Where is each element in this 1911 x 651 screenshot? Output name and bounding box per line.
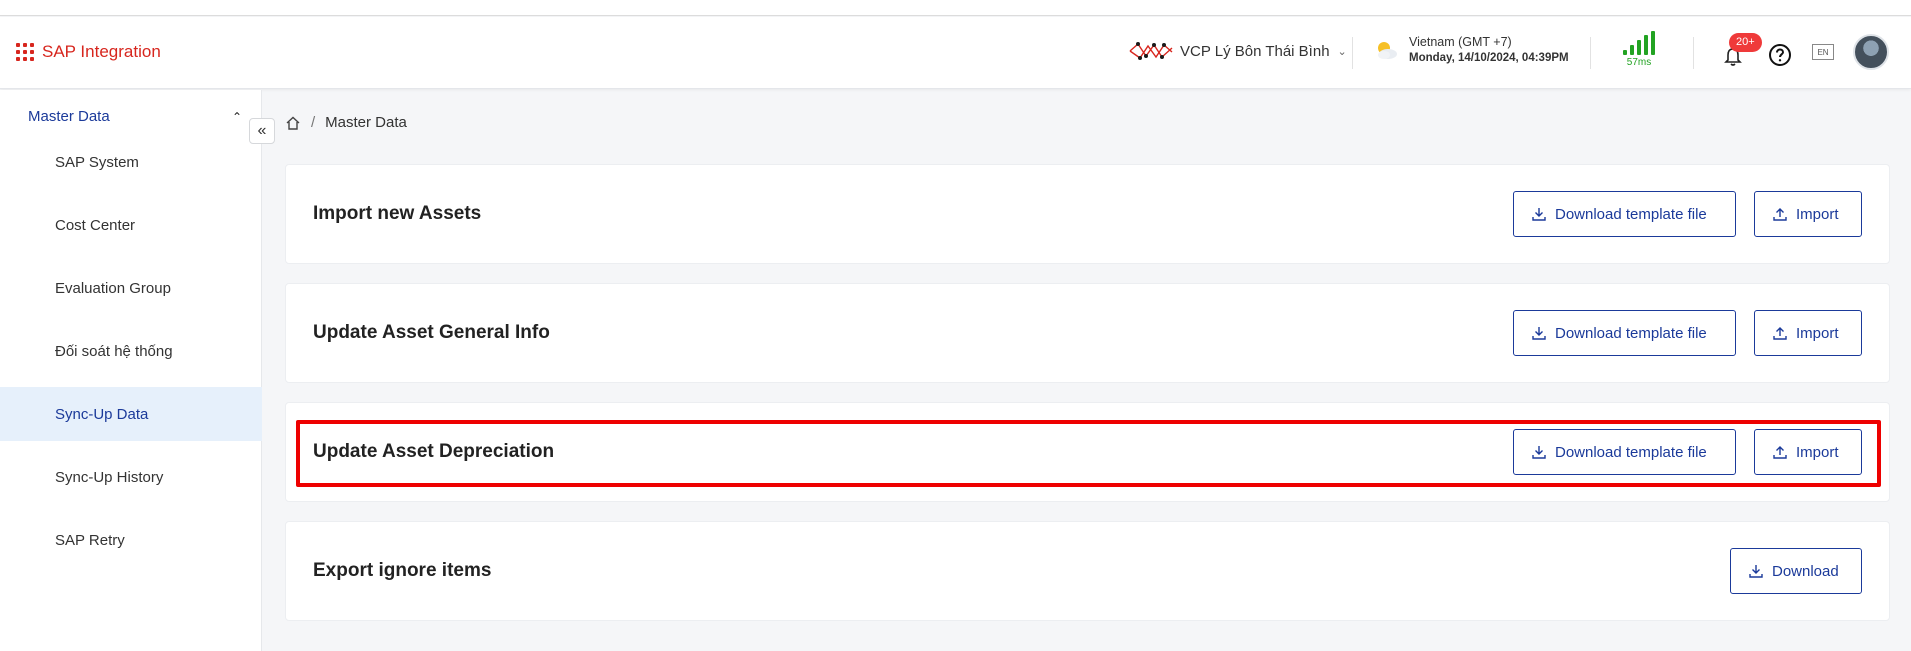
sidebar-item-sap-system[interactable]: SAP System bbox=[0, 135, 262, 189]
card-title: Update Asset General Info bbox=[313, 322, 550, 343]
import-button[interactable]: Import bbox=[1754, 191, 1862, 237]
button-label: Import bbox=[1796, 205, 1839, 223]
notification-badge: 20+ bbox=[1729, 33, 1762, 52]
menu-group-label: Master Data bbox=[28, 108, 110, 125]
timezone-label: Vietnam (GMT +7) bbox=[1409, 35, 1512, 49]
network-logo-icon bbox=[1129, 42, 1173, 60]
help-icon[interactable] bbox=[1768, 43, 1792, 67]
button-label: Download template file bbox=[1555, 443, 1707, 461]
card-update-asset-depreciation: Update Asset Depreciation Download templ… bbox=[285, 402, 1890, 502]
card-title: Import new Assets bbox=[313, 203, 482, 224]
card-export-ignore-items: Export ignore items Download bbox=[285, 521, 1890, 621]
download-icon bbox=[1749, 565, 1763, 578]
sidebar-item-evaluation-group[interactable]: Evaluation Group bbox=[0, 261, 262, 315]
download-icon bbox=[1532, 446, 1546, 459]
download-template-button[interactable]: Download template file bbox=[1513, 429, 1736, 475]
card-import-new-assets: Import new Assets Download template file… bbox=[285, 164, 1890, 264]
double-chevron-left-icon: « bbox=[257, 122, 267, 139]
site-selector[interactable]: VCP Lý Bôn Thái Bình ⌄ bbox=[1128, 40, 1347, 62]
chevron-down-icon: ⌄ bbox=[1337, 45, 1347, 58]
download-icon bbox=[1532, 327, 1546, 340]
app-grid-icon[interactable] bbox=[16, 43, 34, 61]
sidebar-item-label: SAP System bbox=[55, 153, 139, 171]
button-label: Download template file bbox=[1555, 324, 1707, 342]
weather-sun-cloud-icon bbox=[1378, 41, 1397, 59]
menu-group-master-data[interactable]: Master Data ⌃ bbox=[28, 108, 242, 125]
download-template-button[interactable]: Download template file bbox=[1513, 310, 1736, 356]
sidebar-item-label: Sync-Up History bbox=[55, 468, 164, 486]
import-button[interactable]: Import bbox=[1754, 310, 1862, 356]
breadcrumb: / Master Data bbox=[285, 114, 407, 131]
upload-icon bbox=[1773, 208, 1787, 221]
card-title: Export ignore items bbox=[313, 560, 492, 581]
sidebar-item-doi-soat-he-thong[interactable]: Đối soát hệ thống bbox=[0, 324, 262, 378]
sidebar-item-label: Sync-Up Data bbox=[55, 405, 149, 423]
divider bbox=[1352, 37, 1353, 69]
sidebar: Master Data ⌃ SAP System Cost Center Eva… bbox=[0, 90, 262, 651]
top-header: SAP Integration VCP Lý Bôn Thái Bình ⌄ V… bbox=[0, 17, 1911, 89]
upload-icon bbox=[1773, 446, 1787, 459]
browser-topline bbox=[0, 0, 1911, 16]
upload-icon bbox=[1773, 327, 1787, 340]
app-title: SAP Integration bbox=[42, 42, 161, 61]
network-signal: 57ms bbox=[1623, 31, 1655, 68]
language-switcher[interactable]: EN bbox=[1812, 44, 1834, 60]
divider bbox=[1693, 37, 1694, 69]
avatar[interactable] bbox=[1853, 34, 1889, 70]
sidebar-item-sap-retry[interactable]: SAP Retry bbox=[0, 513, 262, 567]
breadcrumb-current: Master Data bbox=[325, 114, 407, 131]
button-label: Download bbox=[1772, 562, 1839, 580]
import-button[interactable]: Import bbox=[1754, 429, 1862, 475]
home-icon[interactable] bbox=[285, 115, 301, 131]
sidebar-item-label: Đối soát hệ thống bbox=[55, 342, 173, 360]
button-label: Download template file bbox=[1555, 205, 1707, 223]
sidebar-item-sync-up-history[interactable]: Sync-Up History bbox=[0, 450, 262, 504]
collapse-sidebar-button[interactable]: « bbox=[249, 118, 275, 144]
sidebar-item-cost-center[interactable]: Cost Center bbox=[0, 198, 262, 252]
weather-clock: Vietnam (GMT +7) Monday, 14/10/2024, 04:… bbox=[1373, 35, 1569, 64]
download-template-button[interactable]: Download template file bbox=[1513, 191, 1736, 237]
site-name: VCP Lý Bôn Thái Bình bbox=[1180, 42, 1330, 60]
sidebar-item-sync-up-data[interactable]: Sync-Up Data bbox=[0, 387, 262, 441]
sidebar-item-label: SAP Retry bbox=[55, 531, 125, 549]
card-update-asset-general-info: Update Asset General Info Download templ… bbox=[285, 283, 1890, 383]
card-title: Update Asset Depreciation bbox=[313, 441, 555, 462]
download-icon bbox=[1532, 208, 1546, 221]
sidebar-item-label: Cost Center bbox=[55, 216, 136, 234]
button-label: Import bbox=[1796, 443, 1839, 461]
brand[interactable]: SAP Integration bbox=[16, 42, 161, 62]
divider bbox=[1590, 37, 1591, 69]
button-label: Import bbox=[1796, 324, 1839, 342]
chevron-up-icon: ⌃ bbox=[231, 109, 242, 124]
download-button[interactable]: Download bbox=[1730, 548, 1862, 594]
datetime-label: Monday, 14/10/2024, 04:39PM bbox=[1409, 52, 1569, 64]
signal-bars-icon bbox=[1623, 31, 1655, 55]
breadcrumb-separator: / bbox=[311, 114, 316, 131]
sidebar-item-label: Evaluation Group bbox=[55, 279, 171, 297]
latency-label: 57ms bbox=[1626, 57, 1652, 68]
